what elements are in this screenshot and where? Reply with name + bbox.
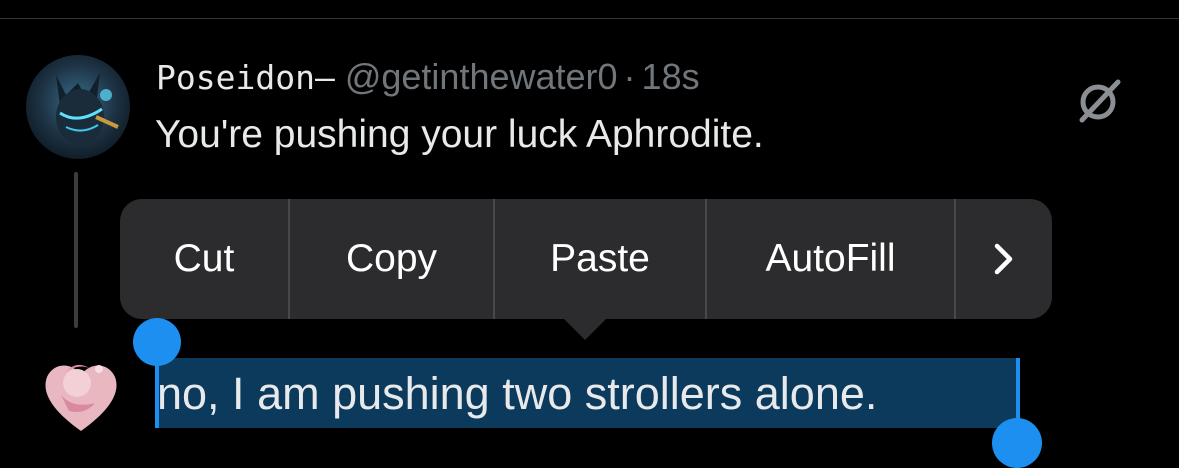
timestamp[interactable]: 18s — [642, 56, 700, 97]
copy-menu-item[interactable]: Copy — [290, 199, 495, 319]
reply-input-text[interactable]: no, I am pushing two strollers alone. — [157, 365, 877, 423]
text-edit-context-menu: Cut Copy Paste AutoFill — [120, 199, 1052, 319]
display-name[interactable]: Poseidon— — [156, 58, 335, 97]
separator-dot: · — [623, 56, 636, 97]
context-menu-pointer — [563, 318, 607, 340]
thread-connector-line — [74, 172, 78, 328]
chevron-right-icon — [994, 243, 1013, 275]
selection-start-handle[interactable] — [133, 318, 181, 366]
more-options-button[interactable] — [956, 199, 1052, 319]
tweet-header: Poseidon— @getinthewater0 · 18s — [156, 56, 700, 99]
autofill-menu-item[interactable]: AutoFill — [707, 199, 956, 319]
selection-end-handle[interactable] — [992, 418, 1042, 468]
paste-menu-item[interactable]: Paste — [495, 199, 707, 319]
poseidon-avatar[interactable] — [26, 55, 130, 159]
top-divider — [0, 18, 1179, 19]
tweet-text: You're pushing your luck Aphrodite. — [155, 113, 764, 156]
cut-menu-item[interactable]: Cut — [120, 199, 290, 319]
aphrodite-avatar[interactable] — [33, 345, 129, 441]
grok-icon[interactable] — [1074, 76, 1124, 126]
user-handle[interactable]: @getinthewater0 — [345, 56, 618, 97]
